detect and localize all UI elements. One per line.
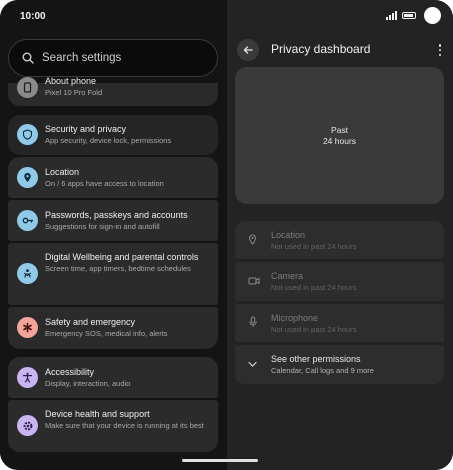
permission-subtitle: Not used in past 24 hours — [271, 325, 357, 334]
chart-label-hours: 24 hours — [322, 135, 357, 146]
see-other-permissions[interactable]: See other permissions Calendar, Call log… — [235, 345, 444, 384]
settings-item-title: Device health and support — [45, 409, 150, 419]
signal-icon — [386, 11, 398, 20]
home-indicator[interactable] — [182, 459, 258, 462]
see-other-subtitle: Calendar, Call logs and 9 more — [271, 366, 374, 375]
settings-item-title: Location — [45, 167, 80, 177]
location-pin-icon — [17, 167, 38, 188]
settings-item-title: About phone — [45, 76, 97, 86]
info-icon — [17, 77, 38, 98]
permission-item-camera[interactable]: Camera Not used in past 24 hours — [235, 262, 444, 301]
permission-subtitle: Not used in past 24 hours — [271, 283, 357, 292]
wellbeing-icon — [17, 263, 38, 284]
settings-item-subtitle: On / 6 apps have access to location — [45, 179, 164, 188]
usage-chart[interactable]: Past 24 hours — [235, 67, 444, 204]
accessibility-icon — [17, 367, 38, 388]
chart-label-past: Past — [330, 124, 348, 135]
settings-item-subtitle: Suggestions for sign-in and autofill — [45, 222, 160, 231]
settings-item-device-health[interactable]: Device health and support Make sure that… — [8, 400, 218, 452]
back-button[interactable] — [237, 39, 259, 61]
settings-item-passwords-accounts[interactable]: Passwords, passkeys and accounts Suggest… — [8, 200, 218, 241]
shield-icon — [17, 124, 38, 145]
arrow-left-icon — [243, 46, 253, 54]
microphone-icon — [249, 316, 257, 327]
settings-item-subtitle: App security, device lock, permissions — [45, 136, 172, 145]
status-time: 10:00 — [20, 11, 46, 22]
permission-title: Location — [271, 230, 306, 240]
settings-item-title: Digital Wellbeing and parental controls — [45, 252, 199, 262]
settings-item-location[interactable]: Location On / 6 apps have access to loca… — [8, 157, 218, 198]
see-other-title: See other permissions — [271, 354, 361, 364]
page-title: Privacy dashboard — [271, 42, 371, 56]
settings-item-digital-wellbeing[interactable]: Digital Wellbeing and parental controls … — [8, 243, 218, 305]
settings-item-about-phone[interactable]: About phone Pixel 10 Pro Fold — [8, 76, 218, 106]
permission-title: Camera — [271, 271, 304, 281]
settings-item-subtitle: Make sure that your device is running at… — [45, 421, 204, 430]
settings-item-title: Safety and emergency — [45, 317, 136, 327]
chevron-down-icon — [248, 361, 257, 367]
settings-item-title: Passwords, passkeys and accounts — [45, 210, 188, 220]
settings-item-subtitle: Display, interaction, audio — [45, 379, 131, 388]
permission-subtitle: Not used in past 24 hours — [271, 242, 357, 251]
more-options-icon[interactable] — [437, 44, 443, 56]
status-icons — [386, 7, 441, 24]
asterisk-icon — [17, 317, 38, 338]
settings-item-subtitle: Emergency SOS, medical info, alerts — [45, 329, 168, 338]
location-outline-icon — [248, 234, 257, 245]
settings-item-subtitle: Screen time, app timers, bedtime schedul… — [45, 264, 191, 273]
settings-item-security-privacy[interactable]: Security and privacy App security, devic… — [8, 115, 218, 155]
search-bar[interactable]: Search settings — [8, 39, 218, 77]
permission-title: Microphone — [271, 313, 319, 323]
settings-item-subtitle: Pixel 10 Pro Fold — [45, 88, 103, 97]
search-icon — [22, 52, 34, 64]
search-input[interactable]: Search settings — [42, 52, 121, 64]
settings-item-accessibility[interactable]: Accessibility Display, interaction, audi… — [8, 357, 218, 398]
settings-item-title: Accessibility — [45, 367, 95, 377]
permission-item-microphone[interactable]: Microphone Not used in past 24 hours — [235, 304, 444, 342]
camera-icon — [248, 277, 260, 285]
device-frame: 10:00 Search settings About phone Pixel … — [0, 0, 453, 470]
camera-cutout — [424, 7, 441, 24]
battery-icon — [402, 12, 416, 19]
settings-item-title: Security and privacy — [45, 124, 127, 134]
permission-item-location[interactable]: Location Not used in past 24 hours — [235, 221, 444, 259]
settings-item-safety-emergency[interactable]: Safety and emergency Emergency SOS, medi… — [8, 307, 218, 349]
key-icon — [17, 210, 38, 231]
gear-icon — [17, 415, 38, 436]
